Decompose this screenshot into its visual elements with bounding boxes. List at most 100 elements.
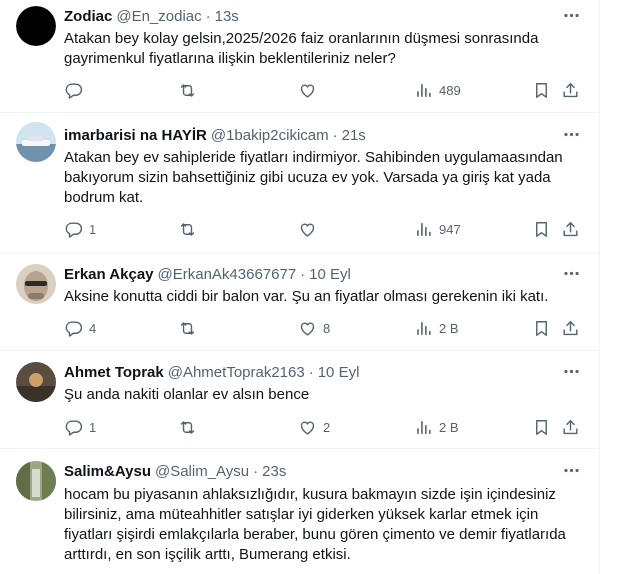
action-bar: 4 8 2 B (64, 318, 590, 338)
like-count: 8 (323, 320, 331, 336)
display-name[interactable]: imarbarisi na HAYİR (64, 127, 207, 144)
views-button[interactable]: 2 B (414, 318, 459, 338)
tweet[interactable]: Zodiac @En_zodiac · 13s Atakan bey kolay… (0, 0, 599, 113)
avatar[interactable] (16, 264, 56, 304)
more-icon[interactable] (560, 360, 582, 382)
views-icon (417, 321, 431, 335)
reply-icon (65, 320, 83, 337)
like-icon (300, 223, 315, 237)
timestamp[interactable]: 10 Eyl (318, 364, 360, 381)
tweet[interactable]: Erkan Akçay @ErkanAk43667677 · 10 Eyl Ak… (0, 253, 599, 351)
share-button[interactable] (561, 417, 580, 437)
separator-dot: · (308, 363, 314, 381)
tweet[interactable]: imarbarisi na HAYİR @1bakip2cikicam · 21… (0, 113, 599, 253)
tweet-text: Atakan bey ev sahipleride fiyatları indi… (64, 149, 563, 206)
bookmark-icon (536, 82, 547, 98)
retweet-button[interactable] (178, 80, 203, 100)
views-button[interactable]: 489 (414, 80, 461, 100)
view-count: 2 B (439, 320, 459, 336)
reply-count: 1 (89, 419, 97, 435)
retweet-button[interactable] (178, 219, 203, 239)
retweet-icon (180, 321, 195, 335)
bookmark-icon (536, 221, 547, 237)
avatar[interactable] (16, 362, 56, 402)
timestamp[interactable]: 10 Eyl (309, 266, 351, 283)
avatar[interactable] (16, 461, 56, 501)
like-button[interactable]: 8 (298, 318, 330, 338)
share-icon (563, 82, 578, 97)
share-icon (563, 320, 578, 335)
views-icon (417, 83, 431, 97)
user-handle[interactable]: @Salim_Aysu (155, 463, 249, 480)
tweet[interactable]: Ahmet Toprak @AhmetToprak2163 · 10 Eyl Ş… (0, 351, 599, 449)
timestamp[interactable]: 23s (262, 463, 286, 480)
like-button[interactable]: 2 (298, 417, 330, 437)
action-bar: 1 947 (64, 219, 590, 239)
tweet-text: hocam bu piyasanın ahlaksızlığıdır, kusu… (64, 486, 566, 563)
reply-icon (65, 221, 83, 238)
user-handle[interactable]: @1bakip2cikicam (211, 127, 329, 144)
views-button[interactable]: 947 (414, 219, 461, 239)
like-button[interactable] (298, 219, 323, 239)
display-name[interactable]: Ahmet Toprak (64, 364, 164, 381)
views-icon (417, 222, 431, 236)
reply-button[interactable]: 1 (64, 417, 96, 437)
share-button[interactable] (561, 219, 580, 239)
bookmark-button[interactable] (532, 417, 551, 437)
tweet-header: Erkan Akçay @ErkanAk43667677 · 10 Eyl (64, 264, 351, 284)
more-icon[interactable] (560, 459, 582, 481)
tweet-text: Şu anda nakiti olanlar ev alsın bence (64, 386, 310, 403)
share-button[interactable] (561, 318, 580, 338)
display-name[interactable]: Salim&Aysu (64, 463, 151, 480)
bookmark-button[interactable] (532, 219, 551, 239)
bookmark-button[interactable] (532, 80, 551, 100)
reply-icon (65, 419, 83, 436)
avatar[interactable] (16, 122, 56, 162)
user-handle[interactable]: @En_zodiac (116, 8, 201, 25)
user-handle[interactable]: @ErkanAk43667677 (158, 266, 297, 283)
reply-count: 1 (89, 221, 97, 237)
views-button[interactable]: 2 B (414, 417, 459, 437)
retweet-button[interactable] (178, 318, 203, 338)
action-bar: 1 2 2 B (64, 417, 590, 437)
share-button[interactable] (561, 80, 580, 100)
retweet-button[interactable] (178, 417, 203, 437)
display-name[interactable]: Zodiac (64, 8, 112, 25)
separator-dot: · (332, 126, 338, 144)
bookmark-icon (536, 419, 547, 435)
reply-button[interactable]: 1 (64, 219, 96, 239)
timestamp[interactable]: 13s (215, 8, 239, 25)
tweet-text: Atakan bey kolay gelsin,2025/2026 faiz o… (64, 30, 539, 67)
like-button[interactable] (298, 80, 323, 100)
bookmark-icon (536, 320, 547, 336)
separator-dot: · (205, 7, 211, 25)
user-handle[interactable]: @AhmetToprak2163 (168, 364, 305, 381)
separator-dot: · (253, 462, 259, 480)
tweet-header: Ahmet Toprak @AhmetToprak2163 · 10 Eyl (64, 362, 359, 382)
share-icon (563, 419, 578, 434)
reply-feed: Zodiac @En_zodiac · 13s Atakan bey kolay… (0, 0, 600, 574)
like-count: 2 (323, 419, 331, 435)
reply-button[interactable]: 4 (64, 318, 96, 338)
view-count: 947 (439, 221, 461, 237)
more-icon[interactable] (560, 123, 582, 145)
bookmark-button[interactable] (532, 318, 551, 338)
tweet-header: Salim&Aysu @Salim_Aysu · 23s (64, 461, 286, 481)
share-icon (563, 221, 578, 236)
display-name[interactable]: Erkan Akçay (64, 266, 154, 283)
views-icon (417, 420, 431, 434)
tweet[interactable]: Salim&Aysu @Salim_Aysu · 23s hocam bu pi… (0, 449, 599, 574)
avatar[interactable] (16, 6, 56, 46)
reply-count: 4 (89, 320, 97, 336)
retweet-icon (180, 420, 195, 434)
reply-icon (65, 82, 83, 99)
retweet-icon (180, 222, 195, 236)
timestamp[interactable]: 21s (342, 127, 366, 144)
reply-button[interactable] (64, 80, 89, 100)
more-icon[interactable] (560, 4, 582, 26)
like-icon (300, 322, 315, 336)
tweet-header: Zodiac @En_zodiac · 13s (64, 6, 239, 26)
action-bar: 489 (64, 80, 590, 100)
view-count: 489 (439, 82, 461, 98)
more-icon[interactable] (560, 262, 582, 284)
